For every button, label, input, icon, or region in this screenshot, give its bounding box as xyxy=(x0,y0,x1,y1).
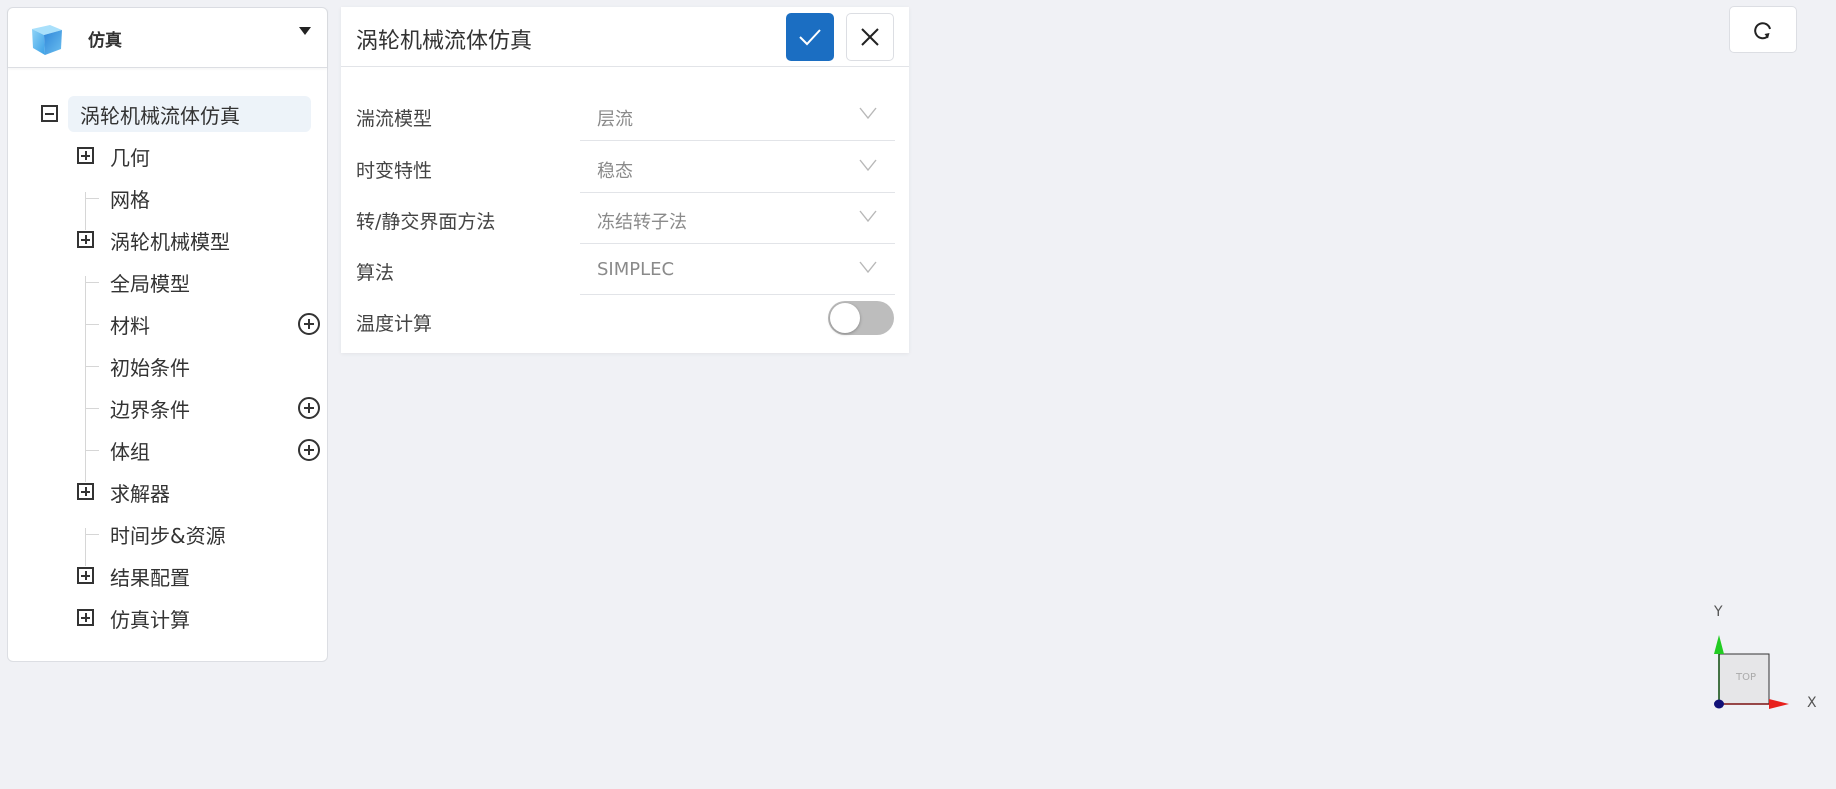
select-value: 稳态 xyxy=(597,161,633,182)
tree-item-label: 材料 xyxy=(110,313,150,338)
sidebar-panel: 仿真 涡轮机械流体仿真 几何网格涡轮机械模型 全局模型材料初始条件边界条件体组求解… xyxy=(7,7,328,662)
add-circle-icon[interactable] xyxy=(298,313,320,335)
panel-title: 涡轮机械流体仿真 xyxy=(356,29,533,54)
tree-item[interactable]: 体组 xyxy=(110,432,320,468)
tree-item[interactable]: 仿真计算 xyxy=(110,600,320,636)
x-axis-arrow xyxy=(1769,699,1789,709)
tree-item-label: 涡轮机械模型 xyxy=(110,229,230,254)
tree-item[interactable]: 结果配置 xyxy=(110,558,320,594)
tree-connector xyxy=(85,408,99,409)
select-value: SIMPLEC xyxy=(597,259,675,280)
properties-panel: 涡轮机械流体仿真 湍流模型 层流 时变特性 稳态 转/静交界面方法 冻结转子法 … xyxy=(341,7,909,353)
select-value: 冻结转子法 xyxy=(597,212,687,233)
tree-item-label: 结果配置 xyxy=(110,565,190,590)
tree-item-label: 仿真计算 xyxy=(110,607,190,632)
cube-icon xyxy=(32,25,62,55)
rotor-stator-interface-select[interactable]: 冻结转子法 xyxy=(580,193,895,244)
sidebar-title: 仿真 xyxy=(88,31,122,51)
top-face-label: TOP xyxy=(1736,672,1757,683)
tree-connector xyxy=(85,366,99,367)
field-temperature-calculation: 温度计算 xyxy=(341,295,909,346)
tree-connector xyxy=(85,534,99,535)
tree-root-turbomachinery-simulation[interactable]: 涡轮机械流体仿真 xyxy=(68,96,311,132)
close-icon xyxy=(861,28,879,46)
tree-item-label: 边界条件 xyxy=(110,397,190,422)
tree-root-label: 涡轮机械流体仿真 xyxy=(80,103,240,128)
select-value: 层流 xyxy=(597,109,633,130)
tree-connector xyxy=(85,324,99,325)
expand-box-icon[interactable] xyxy=(77,147,94,164)
tree-item-label: 几何 xyxy=(110,145,150,170)
sidebar-header: 仿真 xyxy=(8,8,327,68)
tree-item-label: 体组 xyxy=(110,439,150,464)
tree-item[interactable]: 时间步&资源 xyxy=(110,516,320,552)
refresh-button[interactable] xyxy=(1729,6,1797,53)
tree-item[interactable]: 求解器 xyxy=(110,474,320,510)
caret-down-icon[interactable] xyxy=(299,27,311,35)
field-label: 算法 xyxy=(356,262,395,284)
tree-item[interactable]: 网格 xyxy=(110,180,320,216)
origin-point xyxy=(1714,699,1724,709)
tree-connector xyxy=(85,276,86,482)
field-label: 温度计算 xyxy=(356,313,433,335)
tree-item[interactable]: 几何 xyxy=(110,138,320,174)
tree-item[interactable]: 初始条件 xyxy=(110,348,320,384)
tree-connector xyxy=(85,198,99,199)
field-turbulence-model: 湍流模型 层流 xyxy=(341,90,909,141)
algorithm-select[interactable]: SIMPLEC xyxy=(580,244,895,295)
add-circle-icon[interactable] xyxy=(298,397,320,419)
refresh-icon xyxy=(1754,21,1771,39)
tree-item[interactable]: 全局模型 xyxy=(110,264,320,300)
tree-item-label: 网格 xyxy=(110,187,150,212)
field-rotor-stator-interface: 转/静交界面方法 冻结转子法 xyxy=(341,193,909,244)
chevron-down-icon xyxy=(859,159,877,171)
tree-item-label: 初始条件 xyxy=(110,355,190,380)
collapse-box-icon[interactable] xyxy=(41,105,58,122)
expand-box-icon[interactable] xyxy=(77,231,94,248)
x-axis-label: X xyxy=(1807,695,1817,711)
check-icon xyxy=(799,29,821,46)
tree-item-label: 全局模型 xyxy=(110,271,190,296)
chevron-down-icon xyxy=(859,261,877,273)
turbulence-model-select[interactable]: 层流 xyxy=(580,90,895,141)
add-circle-icon[interactable] xyxy=(298,439,320,461)
chevron-down-icon xyxy=(859,210,877,222)
tree-item-label: 时间步&资源 xyxy=(110,523,226,548)
time-dependency-select[interactable]: 稳态 xyxy=(580,142,895,193)
y-axis-arrow xyxy=(1714,635,1724,654)
expand-box-icon[interactable] xyxy=(77,567,94,584)
field-label: 转/静交界面方法 xyxy=(356,211,496,233)
expand-box-icon[interactable] xyxy=(77,483,94,500)
temperature-calculation-toggle[interactable] xyxy=(828,301,894,335)
field-label: 时变特性 xyxy=(356,160,433,182)
toggle-knob xyxy=(830,303,860,333)
confirm-button[interactable] xyxy=(786,13,834,61)
tree-connector xyxy=(85,282,99,283)
tree-connector xyxy=(85,450,99,451)
chevron-down-icon xyxy=(859,107,877,119)
field-time-dependency: 时变特性 稳态 xyxy=(341,142,909,193)
tree-item[interactable]: 边界条件 xyxy=(110,390,320,426)
field-algorithm: 算法 SIMPLEC xyxy=(341,244,909,295)
tree-item-label: 求解器 xyxy=(110,481,170,506)
close-button[interactable] xyxy=(846,13,894,61)
expand-box-icon[interactable] xyxy=(77,609,94,626)
tree-item[interactable]: 材料 xyxy=(110,306,320,342)
panel-header: 涡轮机械流体仿真 xyxy=(341,7,909,67)
tree-item[interactable]: 涡轮机械模型 xyxy=(110,222,320,258)
field-label: 湍流模型 xyxy=(356,108,433,130)
view-orientation-gizmo[interactable]: Y TOP X xyxy=(1700,595,1836,725)
